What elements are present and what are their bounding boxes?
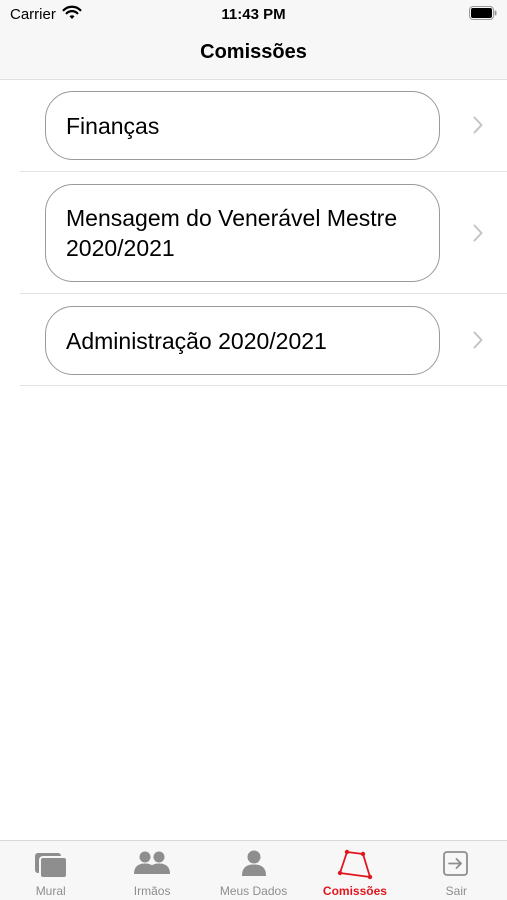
tab-comissoes[interactable]: Comissões bbox=[304, 841, 405, 900]
commission-label: Administração 2020/2021 bbox=[66, 327, 327, 354]
chevron-right-icon bbox=[473, 224, 483, 247]
list-item[interactable]: Mensagem do Venerável Mestre 2020/2021 bbox=[0, 172, 507, 294]
commission-button-financas[interactable]: Finanças bbox=[45, 91, 440, 160]
list-item[interactable]: Finanças bbox=[0, 80, 507, 172]
exit-icon bbox=[442, 849, 470, 884]
tab-bar: Mural Irmãos Meus Dados Comissões Sair bbox=[0, 840, 507, 900]
chevron-right-icon bbox=[473, 331, 483, 354]
compass-square-icon bbox=[336, 849, 374, 886]
tab-label: Meus Dados bbox=[219, 884, 288, 898]
page-title: Comissões bbox=[200, 41, 307, 63]
people-icon bbox=[133, 849, 171, 884]
status-bar: Carrier 11:43 PM bbox=[0, 0, 507, 30]
tab-irmaos[interactable]: Irmãos bbox=[101, 841, 202, 900]
tab-label: Comissões bbox=[322, 884, 387, 898]
tab-label: Mural bbox=[35, 884, 66, 898]
cards-icon bbox=[33, 849, 69, 884]
person-icon bbox=[240, 849, 268, 884]
tab-label: Sair bbox=[445, 884, 467, 898]
commission-list: Finanças Mensagem do Venerável Mestre 20… bbox=[0, 80, 507, 386]
tab-mural[interactable]: Mural bbox=[0, 841, 101, 900]
tab-sair[interactable]: Sair bbox=[406, 841, 507, 900]
commission-button-administracao[interactable]: Administração 2020/2021 bbox=[45, 306, 440, 375]
list-item[interactable]: Administração 2020/2021 bbox=[0, 294, 507, 386]
commission-label: Finanças bbox=[66, 112, 160, 139]
clock: 11:43 PM bbox=[221, 6, 286, 23]
tab-meus-dados[interactable]: Meus Dados bbox=[203, 841, 304, 900]
tab-label: Irmãos bbox=[133, 884, 171, 898]
commission-button-mensagem[interactable]: Mensagem do Venerável Mestre 2020/2021 bbox=[45, 184, 440, 282]
battery-icon bbox=[469, 6, 497, 25]
divider bbox=[20, 385, 507, 386]
navigation-bar: Comissões bbox=[0, 30, 507, 80]
commission-label: Mensagem do Venerável Mestre 2020/2021 bbox=[66, 205, 398, 261]
chevron-right-icon bbox=[473, 116, 483, 139]
